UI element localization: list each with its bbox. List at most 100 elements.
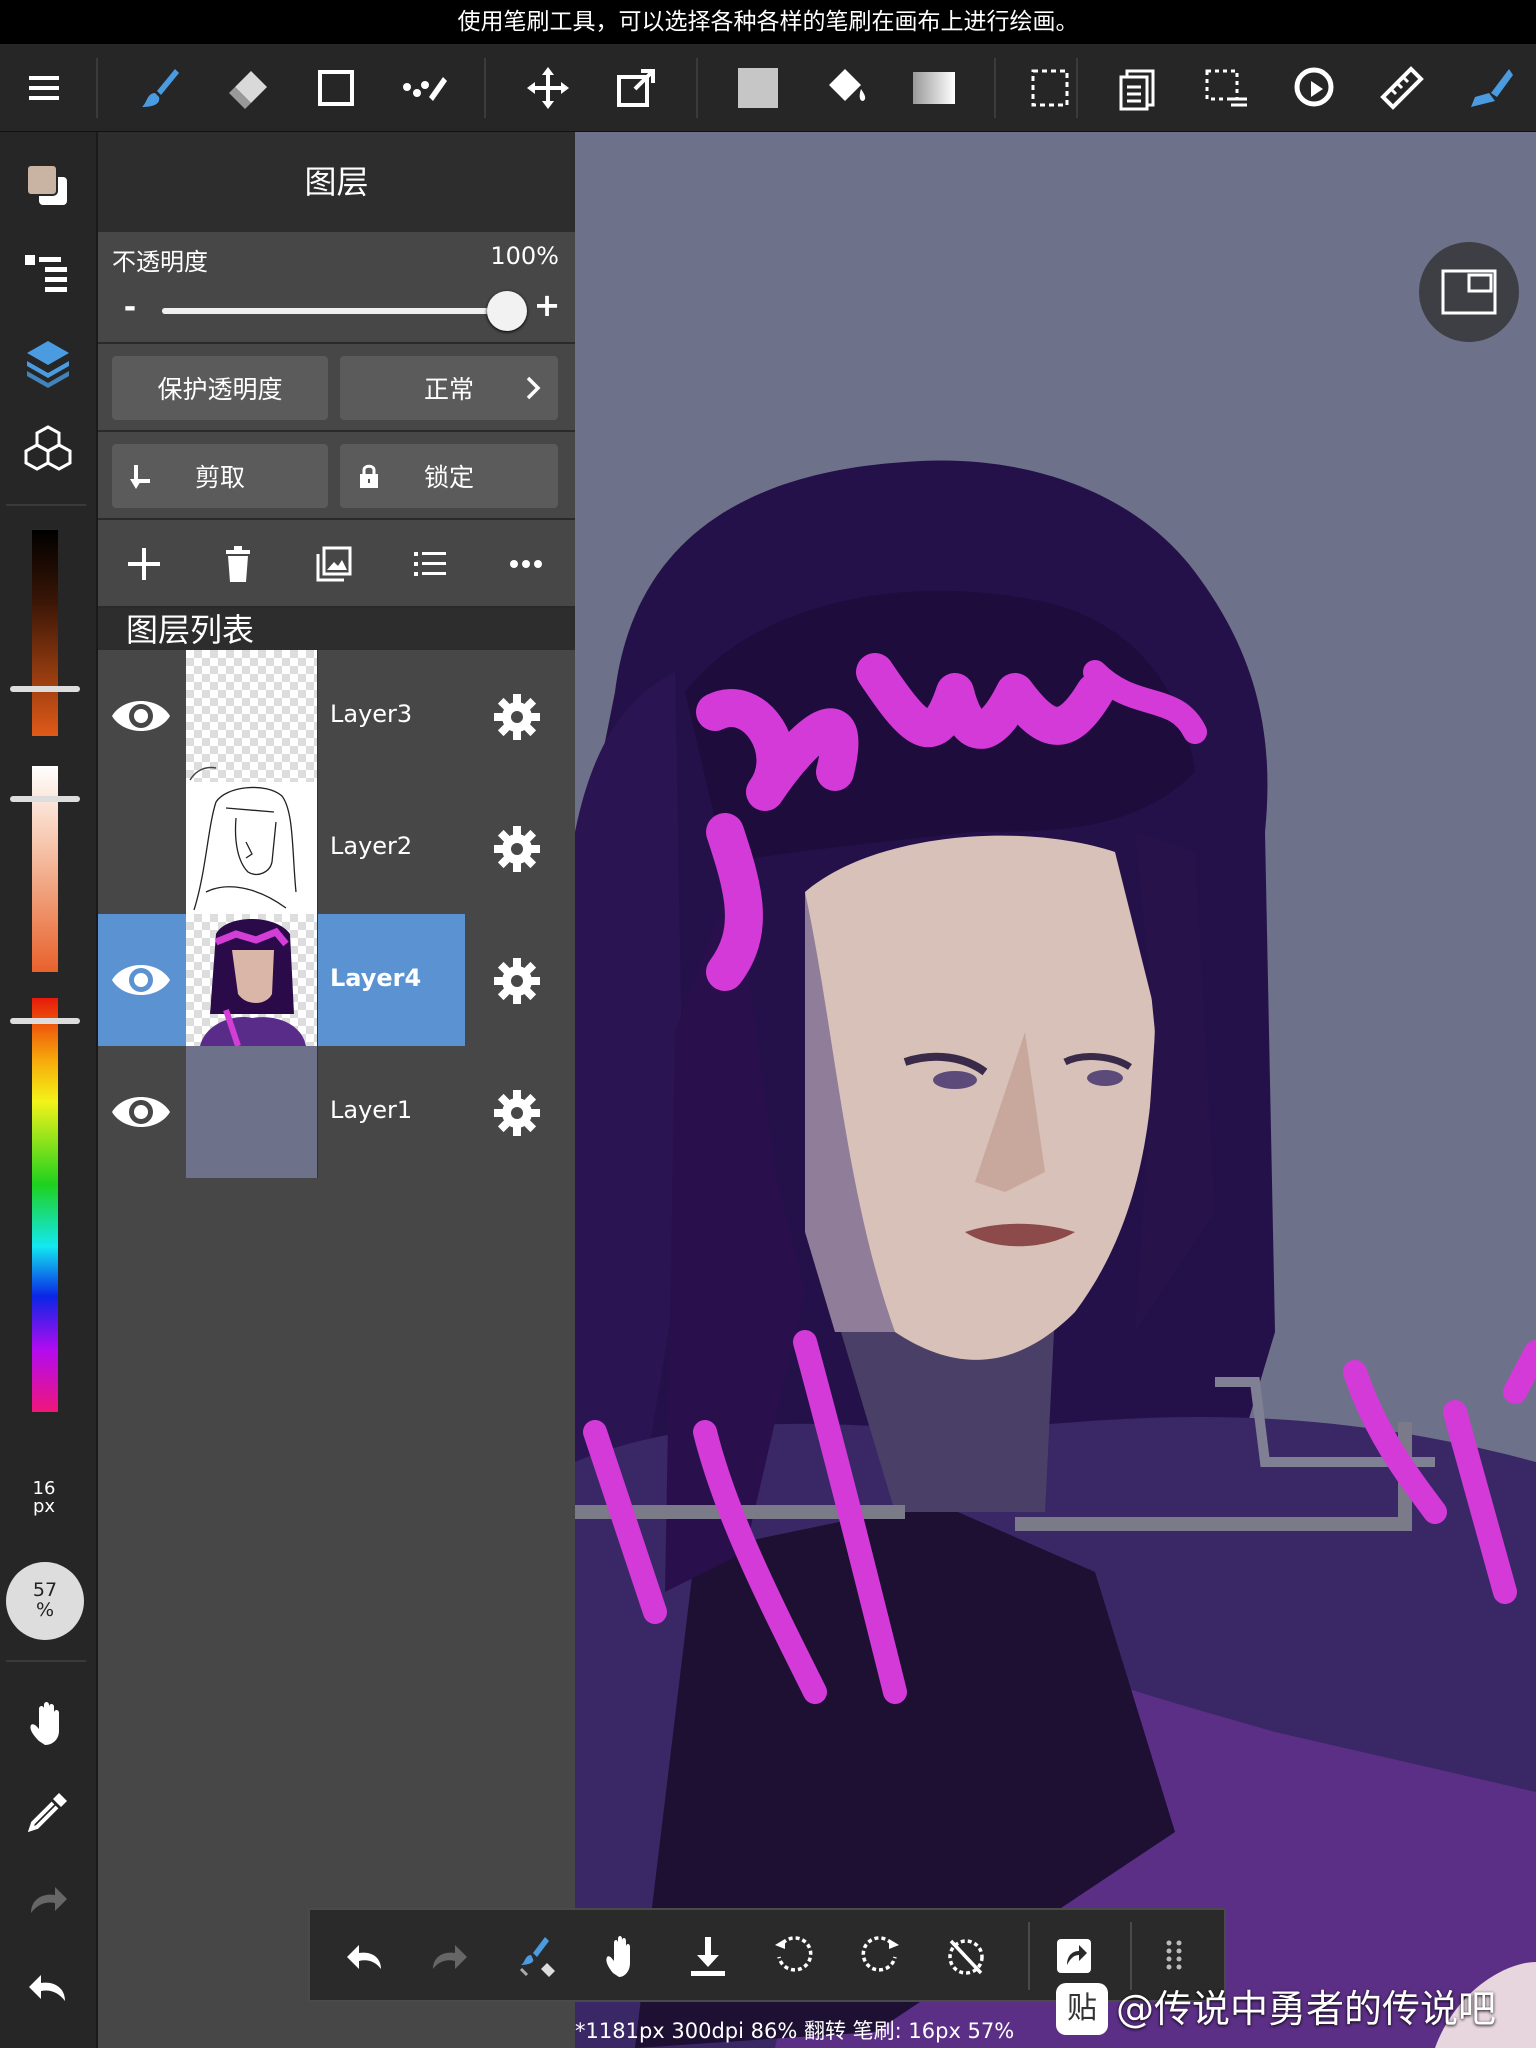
list-icon[interactable]	[402, 536, 458, 592]
protect-alpha-label: 保护透明度	[157, 375, 283, 404]
drawing-canvas[interactable]	[575, 132, 1536, 2048]
layer-row-layer4[interactable]: Layer4	[98, 914, 575, 1046]
select-rect-icon[interactable]	[1020, 60, 1080, 116]
hand-icon[interactable]	[14, 1692, 82, 1756]
clip-lock-row: 剪取 锁定	[98, 432, 575, 520]
layer-panel: 图层 不透明度 100% - + 保护透明度 正常 剪取 锁定 图层列表 Lay…	[98, 132, 575, 2048]
layer-name: Layer1	[330, 1096, 413, 1124]
layer-row-layer3[interactable]: Layer3	[98, 650, 575, 782]
layers-icon[interactable]	[14, 330, 82, 394]
blend-mode-label: 正常	[423, 375, 474, 404]
ruler-icon[interactable]	[1372, 60, 1432, 116]
more-icon[interactable]	[498, 536, 554, 592]
menu-icon[interactable]	[14, 60, 74, 116]
brush-size-readout[interactable]: 16 px	[14, 1480, 74, 1516]
clipping-icon	[130, 465, 150, 489]
opacity-row: 不透明度 100% - +	[98, 232, 575, 344]
materials-icon[interactable]	[14, 418, 82, 482]
eye-icon[interactable]	[110, 954, 172, 1006]
layer-name: Layer3	[330, 700, 413, 728]
rotate-reset-icon[interactable]	[936, 1928, 996, 1984]
rotate-left-icon[interactable]	[764, 1928, 824, 1984]
layer-image-icon[interactable]	[306, 536, 362, 592]
protect-alpha-button[interactable]: 保护透明度	[112, 356, 328, 420]
opacity-decrease-button[interactable]: -	[118, 290, 142, 325]
layer-name: Layer4	[330, 964, 422, 992]
layer-thumbnail	[186, 1046, 318, 1178]
rectangle-icon[interactable]	[306, 60, 366, 116]
layer-list-header: 图层列表	[98, 608, 575, 650]
pen-icon[interactable]	[1460, 60, 1520, 116]
layer-thumbnail	[186, 914, 318, 1046]
color-swatch-icon[interactable]	[14, 154, 82, 218]
gradient-icon[interactable]	[904, 60, 964, 116]
app-window: 使用笔刷工具，可以选择各种各样的笔刷在画布上进行绘画。 16 px 57 % 图…	[0, 0, 1536, 2048]
eye-icon[interactable]	[110, 690, 172, 742]
blend-row: 保护透明度 正常	[98, 344, 575, 432]
layer-actions	[98, 520, 575, 608]
copy-layer-icon[interactable]	[1108, 60, 1168, 116]
eyedropper-icon[interactable]	[14, 1780, 82, 1844]
transform-icon[interactable]	[606, 60, 666, 116]
opacity-fill	[162, 308, 507, 314]
watermark: 贴 @传说中勇者的传说吧	[1056, 1976, 1536, 2042]
trash-icon[interactable]	[210, 536, 266, 592]
add-layer-icon[interactable]	[116, 536, 172, 592]
layer-list: Layer3 Layer2 Layer4 Layer1	[98, 650, 575, 1178]
undo-side-icon[interactable]	[14, 1956, 82, 2020]
layer-row-layer2[interactable]: Layer2	[98, 782, 575, 914]
opacity-slider[interactable]	[162, 291, 527, 331]
brush-eraser-toggle-icon[interactable]	[506, 1928, 566, 1984]
select-options-icon[interactable]	[1196, 60, 1256, 116]
gear-icon[interactable]	[492, 956, 542, 1006]
hand-tool-icon[interactable]	[592, 1928, 652, 1984]
opacity-increase-button[interactable]: +	[533, 286, 561, 324]
hue-slider[interactable]	[32, 998, 58, 1412]
brush-icon[interactable]	[130, 60, 190, 116]
dark-orange-slider[interactable]	[32, 530, 58, 736]
artwork	[575, 132, 1536, 2048]
download-icon[interactable]	[678, 1928, 738, 1984]
opacity-slider-knob[interactable]	[487, 291, 527, 331]
gear-icon[interactable]	[492, 1088, 542, 1138]
brush-size-unit: px	[32, 1496, 56, 1517]
eraser-icon[interactable]	[218, 60, 278, 116]
layer-thumbnail	[186, 782, 318, 914]
status-bar: *1181px 300dpi 86% 翻转 笔刷: 16px 57%	[575, 2019, 1015, 2043]
bucket-icon[interactable]	[816, 60, 876, 116]
undo-icon[interactable]	[334, 1928, 394, 1984]
blend-mode-button[interactable]: 正常	[340, 356, 558, 420]
move-icon[interactable]	[518, 60, 578, 116]
clipping-button[interactable]: 剪取	[112, 444, 328, 508]
fill-color-swatch-icon[interactable]	[728, 60, 788, 116]
left-sidebar: 16 px 57 %	[0, 132, 96, 2048]
rotate-right-icon[interactable]	[850, 1928, 910, 1984]
redo-icon[interactable]	[420, 1928, 480, 1984]
brush-opacity-unit: %	[35, 1599, 55, 1621]
dot-tool-icon[interactable]	[394, 60, 454, 116]
view-toggle-icon[interactable]	[1419, 242, 1519, 342]
layer-row-layer1[interactable]: Layer1	[98, 1046, 575, 1178]
layer-thumbnail	[186, 650, 318, 782]
panel-title: 图层	[98, 132, 575, 232]
opacity-value: 100%	[490, 242, 559, 270]
brush-opacity-value: 57	[32, 1579, 58, 1601]
gear-icon[interactable]	[492, 824, 542, 874]
brush-list-icon[interactable]	[14, 242, 82, 306]
watermark-text: @传说中勇者的传说吧	[1116, 1987, 1497, 2031]
eye-icon[interactable]	[110, 1086, 172, 1138]
slider-handle[interactable]	[10, 796, 80, 802]
redo-side-icon[interactable]	[14, 1868, 82, 1932]
slider-handle[interactable]	[10, 686, 80, 692]
lock-button[interactable]: 锁定	[340, 444, 558, 508]
lasso-icon[interactable]	[1284, 60, 1344, 116]
slider-handle[interactable]	[10, 1018, 80, 1024]
watermark-logo: 贴	[1056, 1983, 1108, 2035]
layer-name: Layer2	[330, 832, 413, 860]
opacity-label: 不透明度	[112, 248, 208, 276]
brush-opacity-circle[interactable]: 57 %	[6, 1562, 84, 1640]
gear-icon[interactable]	[492, 692, 542, 742]
tooltip-hint: 使用笔刷工具，可以选择各种各样的笔刷在画布上进行绘画。	[0, 0, 1536, 44]
lock-icon	[360, 464, 378, 488]
top-toolbar	[0, 44, 1536, 132]
